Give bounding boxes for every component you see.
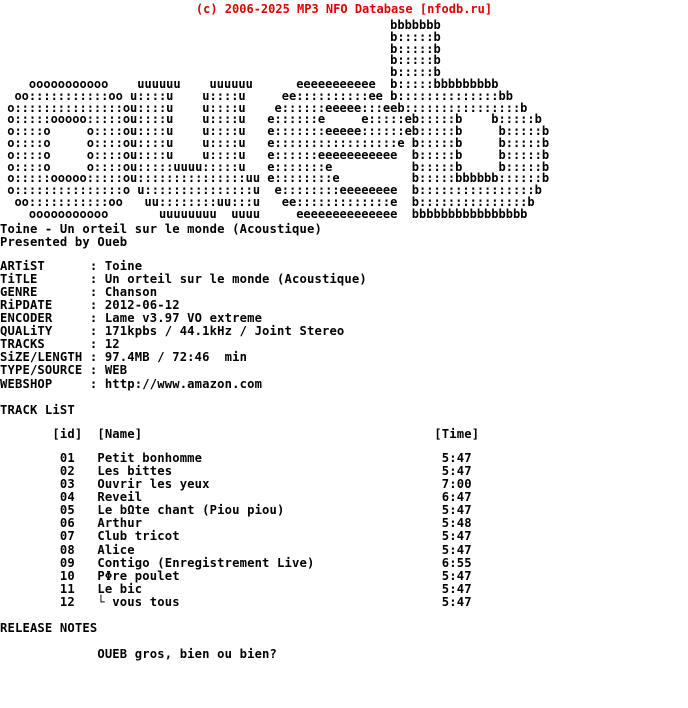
presented-by: Presented by Oueb — [0, 234, 128, 249]
ascii-logo: bbbbbbb b:::::b b:::::b b:::::b b:::::b … — [0, 18, 688, 221]
tracklist-section-title: TRACK LiST — [0, 402, 75, 417]
release-title: Toine - Un orteil sur le monde (Acoustiq… — [0, 221, 322, 236]
release-title-block: Toine - Un orteil sur le monde (Acoustiq… — [0, 221, 688, 249]
release-notes-section-title: RELEASE NOTES — [0, 620, 98, 635]
tracklist-column-headers: [id] [Name] [Time] — [0, 426, 480, 441]
release-info-table: ARTiST : Toine TiTLE : Un orteil sur le … — [0, 258, 367, 391]
nfo-document: (c) 2006-2025 MP3 NFO Database [nfodb.ru… — [0, 0, 688, 708]
tracklist-rows: 01 Petit bonhomme 5:47 02 Les bittes 5:4… — [59, 450, 472, 609]
ascii-logo-art: bbbbbbb b:::::b b:::::b b:::::b b:::::b … — [7, 18, 550, 221]
release-notes-body: OUEB gros, bien ou bien? — [0, 647, 278, 662]
copyright-header: (c) 2006-2025 MP3 NFO Database [nfodb.ru… — [195, 2, 493, 16]
